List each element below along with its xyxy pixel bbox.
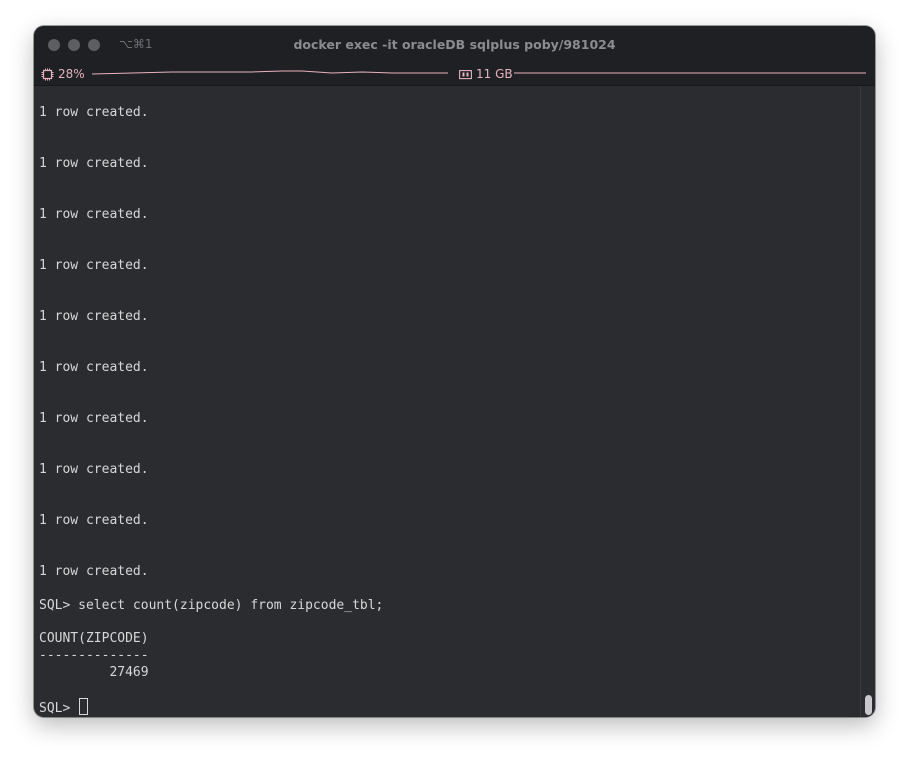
output-line: 1 row created. [39, 258, 149, 273]
memory-usage: 11 GB [476, 67, 513, 81]
terminal-window: ⌥⌘1 docker exec -it oracleDB sqlplus pob… [34, 26, 875, 717]
cpu-status: 28% [41, 67, 85, 81]
output-line: 1 row created. [39, 513, 149, 528]
title-bar[interactable]: ⌥⌘1 docker exec -it oracleDB sqlplus pob… [34, 26, 875, 64]
cpu-sparkline [92, 70, 448, 75]
output-line: 1 row created. [39, 207, 149, 222]
status-bar: 28% 11 GB [34, 64, 875, 86]
output-line: 1 row created. [39, 105, 149, 120]
text-cursor [79, 698, 89, 715]
output-line: 1 row created. [39, 564, 149, 579]
vertical-scrollbar[interactable] [860, 86, 875, 717]
output-line: 1 row created. [39, 360, 149, 375]
sql-prompt: SQL> [39, 701, 79, 716]
result-separator: -------------- [39, 648, 149, 663]
cpu-percent: 28% [58, 67, 85, 81]
memory-icon [459, 69, 472, 80]
result-value: 27469 [39, 665, 149, 680]
output-line: 1 row created. [39, 411, 149, 426]
result-column-header: COUNT(ZIPCODE) [39, 631, 149, 646]
memory-status: 11 GB [459, 67, 513, 81]
cpu-chip-icon [41, 68, 54, 81]
output-line: 1 row created. [39, 309, 149, 324]
window-title: docker exec -it oracleDB sqlplus poby/98… [293, 37, 616, 52]
output-line: 1 row created. [39, 156, 149, 171]
sql-prompt-line[interactable]: SQL> [39, 698, 89, 717]
sql-command-line: SQL> select count(zipcode) from zipcode_… [39, 598, 384, 613]
output-line: 1 row created. [39, 462, 149, 477]
scrollbar-thumb[interactable] [865, 695, 872, 715]
terminal-output[interactable]: 1 row created. 1 row created. 1 row crea… [34, 86, 862, 717]
memory-sparkline [514, 72, 866, 74]
